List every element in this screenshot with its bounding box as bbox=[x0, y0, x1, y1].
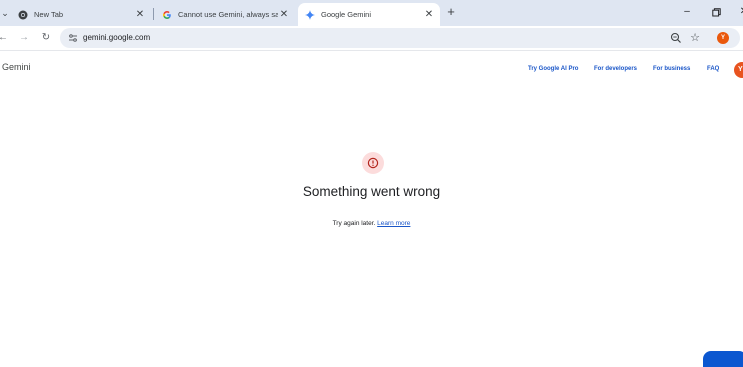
close-tab-icon[interactable]: ✕ bbox=[278, 9, 290, 21]
close-window-icon[interactable]: ✕ bbox=[737, 4, 743, 20]
close-tab-icon[interactable]: ✕ bbox=[134, 9, 146, 21]
nav-for-developers[interactable]: For developers bbox=[594, 66, 637, 72]
error-icon bbox=[367, 157, 379, 169]
tab-cannot-use-gemini[interactable]: Cannot use Gemini, always says ✕ bbox=[155, 3, 295, 26]
tab-title: New Tab bbox=[34, 10, 64, 19]
minimize-icon[interactable]: – bbox=[680, 4, 694, 20]
restore-icon[interactable] bbox=[709, 4, 723, 20]
tab-strip: ⌄ New Tab ✕ Cannot use Gemini, always sa… bbox=[0, 0, 743, 26]
nav-try-google-ai-pro[interactable]: Try Google AI Pro bbox=[528, 66, 578, 72]
error-message-text: Try again later. bbox=[332, 220, 376, 227]
nav-for-business[interactable]: For business bbox=[653, 66, 690, 72]
zoom-icon[interactable] bbox=[669, 31, 683, 45]
tab-separator bbox=[153, 8, 154, 20]
nav-faq[interactable]: FAQ bbox=[707, 66, 719, 72]
error-icon-container bbox=[362, 152, 384, 174]
learn-more-link[interactable]: Learn more bbox=[377, 220, 410, 227]
tab-new-tab[interactable]: New Tab ✕ bbox=[11, 3, 151, 26]
gemini-logo[interactable]: Gemini bbox=[2, 62, 31, 72]
forward-icon[interactable]: → bbox=[17, 31, 31, 45]
new-tab-button[interactable]: + bbox=[444, 5, 458, 19]
error-title: Something went wrong bbox=[302, 184, 441, 199]
address-bar[interactable]: gemini.google.com ☆ bbox=[60, 28, 740, 48]
site-info-icon[interactable] bbox=[67, 31, 79, 45]
reload-icon[interactable]: ↻ bbox=[39, 31, 53, 45]
profile-avatar[interactable]: Y bbox=[717, 32, 729, 44]
tab-title: Google Gemini bbox=[321, 10, 372, 19]
bookmark-star-icon[interactable]: ☆ bbox=[688, 31, 702, 45]
close-tab-icon[interactable]: ✕ bbox=[423, 9, 435, 21]
error-message: Try again later. Learn more bbox=[0, 220, 743, 227]
tab-search-chevron-icon[interactable]: ⌄ bbox=[0, 5, 10, 21]
tab-title: Cannot use Gemini, always says bbox=[178, 10, 278, 19]
browser-toolbar: ← → ↻ gemini.google.com ☆ Y bbox=[0, 26, 743, 51]
floating-action-button[interactable] bbox=[703, 351, 743, 367]
chrome-icon bbox=[18, 10, 28, 20]
tab-google-gemini[interactable]: Google Gemini ✕ bbox=[298, 3, 440, 26]
back-icon[interactable]: ← bbox=[0, 31, 10, 45]
google-g-icon bbox=[162, 10, 172, 20]
url-text[interactable]: gemini.google.com bbox=[83, 28, 150, 48]
gemini-sparkle-icon bbox=[305, 9, 315, 20]
user-avatar[interactable]: Y bbox=[734, 62, 743, 78]
